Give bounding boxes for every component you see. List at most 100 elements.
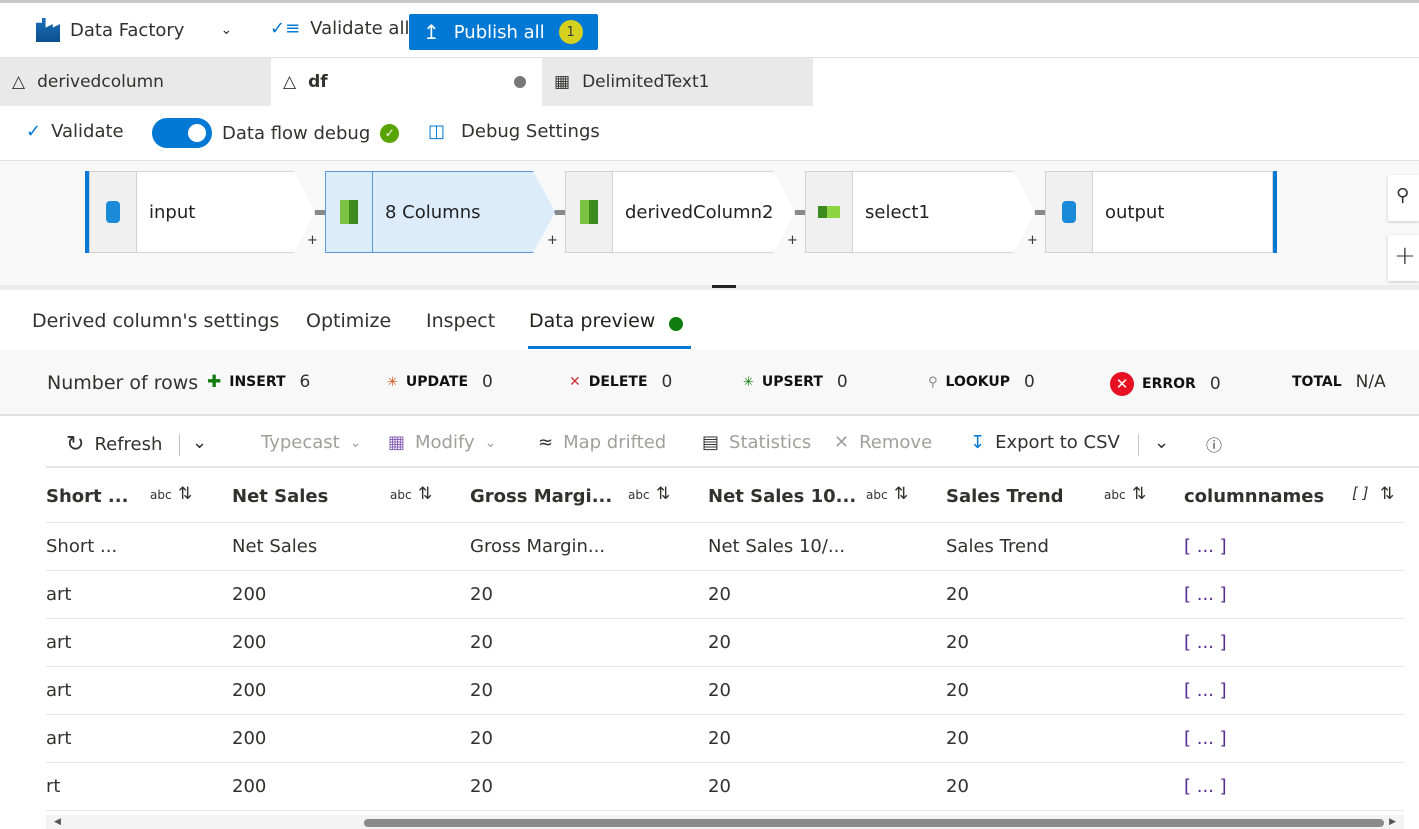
- add-transform-button[interactable]: +: [787, 233, 798, 248]
- refresh-label: Refresh: [94, 434, 163, 455]
- map-drifted-label: Map drifted: [563, 432, 667, 453]
- table-cell: 20: [470, 680, 493, 701]
- header-row: Short ... abc ⇅ Net Sales abc ⇅ Gross Margi...…: [46, 470, 1404, 523]
- type-icon: abc: [150, 488, 172, 502]
- column-name: Short ...: [46, 485, 129, 507]
- data-flow-debug-toggle[interactable]: [152, 118, 212, 148]
- factory-selector[interactable]: Data Factory ⌄: [36, 18, 232, 42]
- node-input[interactable]: input: [85, 171, 315, 253]
- publish-all-button[interactable]: ↥ Publish all 1: [409, 14, 598, 50]
- row-count-stats: Number of rows ✚ INSERT 6 ✳ UPDATE 0 ✕ DELETE…: [0, 350, 1419, 416]
- zoom-in-button[interactable]: +: [1388, 235, 1419, 281]
- remove-button[interactable]: ✕ Remove: [834, 432, 932, 453]
- export-csv-button[interactable]: ↧ Export to CSV: [970, 432, 1120, 453]
- table-row: art 200 20 20 20 [ ... ]: [46, 619, 1404, 667]
- table-cell: 200: [232, 728, 267, 749]
- map-drifted-icon: ≈: [538, 432, 554, 453]
- search-icon: ⚲: [1396, 185, 1410, 206]
- sort-icon[interactable]: ⇅: [418, 484, 432, 504]
- node-label: derivedColumn2: [613, 171, 795, 253]
- tab-derivedcolumn[interactable]: △ derivedcolumn: [0, 58, 271, 106]
- node-select1[interactable]: select1: [805, 171, 1035, 253]
- select-icon: [818, 206, 840, 218]
- table-cell[interactable]: [ ... ]: [1184, 715, 1404, 762]
- modify-label: Modify: [415, 432, 475, 453]
- node-label: input: [137, 171, 315, 253]
- type-icon: abc: [1104, 488, 1126, 502]
- sort-icon[interactable]: ⇅: [1380, 484, 1394, 504]
- horizontal-scrollbar[interactable]: ◀ ▶: [46, 815, 1404, 829]
- table-cell: Gross Margin...: [470, 536, 606, 557]
- export-dropdown[interactable]: ⌄: [1154, 432, 1169, 453]
- statistics-button[interactable]: ▤ Statistics: [702, 432, 811, 453]
- column-header[interactable]: Sales Trend abc ⇅: [946, 470, 1176, 522]
- data-preview-grid: Short ... abc ⇅ Net Sales abc ⇅ Gross Margi...…: [46, 470, 1404, 811]
- upsert-icon: ✳: [743, 374, 754, 390]
- typecast-button[interactable]: Typecast ⌄: [261, 432, 361, 453]
- source-icon: [106, 201, 120, 223]
- tab-data-preview[interactable]: Data preview: [529, 310, 655, 332]
- tab-derived-column-settings[interactable]: Derived column's settings: [32, 310, 279, 332]
- zoom-search-button[interactable]: ⚲: [1388, 175, 1419, 221]
- map-drifted-button[interactable]: ≈ Map drifted: [538, 432, 666, 453]
- sort-icon[interactable]: ⇅: [1132, 484, 1146, 504]
- refresh-dropdown[interactable]: ⌄: [192, 432, 207, 453]
- table-cell[interactable]: [ ... ]: [1184, 619, 1404, 666]
- table-cell: Short ...: [46, 536, 118, 557]
- table-cell[interactable]: [ ... ]: [1184, 523, 1404, 570]
- sink-icon: [1062, 201, 1076, 223]
- info-icon[interactable]: ⓘ: [1206, 432, 1222, 456]
- scroll-right-icon[interactable]: ▶: [1389, 817, 1396, 827]
- scroll-left-icon[interactable]: ◀: [54, 817, 61, 827]
- column-name: Sales Trend: [946, 485, 1064, 507]
- tab-df[interactable]: △ df: [271, 58, 542, 106]
- column-header[interactable]: Net Sales 10... abc ⇅: [708, 470, 938, 522]
- table-cell: art: [46, 632, 72, 653]
- insert-icon: ✚: [207, 372, 222, 392]
- type-icon: abc: [390, 488, 412, 502]
- dataflow-icon: △: [12, 72, 26, 92]
- table-row: rt 200 20 20 20 [ ... ]: [46, 763, 1404, 811]
- table-row: Short ... Net Sales Gross Margin... Net Sal…: [46, 523, 1404, 571]
- column-header[interactable]: columnnames [ ] ⇅: [1184, 470, 1404, 522]
- table-cell[interactable]: [ ... ]: [1184, 571, 1404, 618]
- sort-icon[interactable]: ⇅: [894, 484, 908, 504]
- chevron-down-icon[interactable]: ⌄: [220, 22, 232, 38]
- modify-button[interactable]: ▦ Modify ⌄: [388, 432, 496, 453]
- debug-label: Data flow debug: [222, 122, 371, 144]
- pane-splitter[interactable]: [0, 285, 1419, 290]
- add-transform-button[interactable]: +: [547, 233, 558, 248]
- export-label: Export to CSV: [995, 432, 1120, 453]
- node-derivedcolumn2[interactable]: derivedColumn2: [565, 171, 795, 253]
- table-cell: Net Sales: [232, 536, 318, 557]
- table-cell[interactable]: [ ... ]: [1184, 763, 1404, 810]
- stat-delete: ✕ DELETE 0: [569, 372, 673, 392]
- publish-all-label: Publish all: [453, 21, 545, 43]
- add-transform-button[interactable]: +: [307, 233, 318, 248]
- column-header[interactable]: Short ... abc ⇅: [46, 470, 222, 522]
- validate-all-button[interactable]: ✓≡ Validate all: [270, 18, 409, 39]
- node-output[interactable]: output: [1045, 171, 1277, 253]
- validate-button[interactable]: ✓ Validate: [26, 121, 124, 142]
- stat-upsert: ✳ UPSERT 0: [743, 372, 848, 392]
- column-header[interactable]: Net Sales abc ⇅: [232, 470, 462, 522]
- sort-icon[interactable]: ⇅: [178, 484, 192, 504]
- node-label: 8 Columns: [373, 171, 555, 253]
- table-row: art 200 20 20 20 [ ... ]: [46, 667, 1404, 715]
- tab-delimitedtext1[interactable]: ▦ DelimitedText1: [542, 58, 813, 106]
- table-cell[interactable]: [ ... ]: [1184, 667, 1404, 714]
- file-tabs: △ derivedcolumn △ df ▦ DelimitedText1: [0, 57, 1419, 106]
- add-transform-button[interactable]: +: [1027, 233, 1038, 248]
- sort-icon[interactable]: ⇅: [656, 484, 670, 504]
- table-cell: 20: [946, 728, 969, 749]
- refresh-button[interactable]: ↻ Refresh: [66, 432, 162, 457]
- debug-settings-button[interactable]: ◫ Debug Settings: [428, 121, 600, 142]
- debug-settings-label: Debug Settings: [461, 121, 600, 142]
- scrollbar-thumb[interactable]: [364, 819, 1384, 827]
- tab-optimize[interactable]: Optimize: [306, 310, 391, 332]
- table-cell: 20: [708, 776, 731, 797]
- download-icon: ↧: [970, 432, 986, 453]
- column-header[interactable]: Gross Margi... abc ⇅: [470, 470, 700, 522]
- node-8-columns[interactable]: 8 Columns: [325, 171, 555, 253]
- tab-inspect[interactable]: Inspect: [426, 310, 495, 332]
